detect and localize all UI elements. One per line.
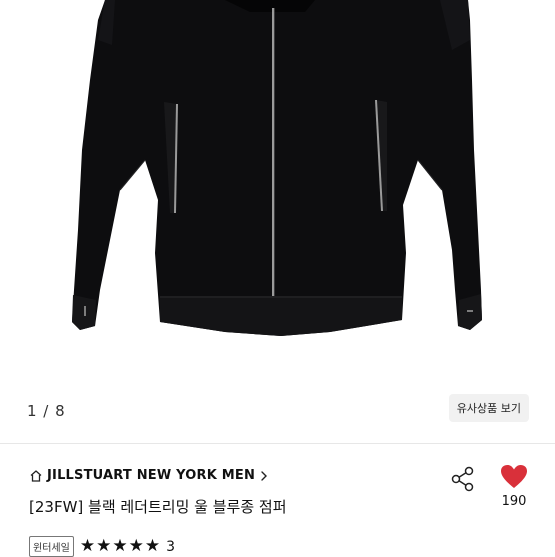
product-image[interactable] (0, 0, 555, 443)
brand-name: JILLSTUART NEW YORK MEN (47, 468, 256, 483)
star-icon: ★ (79, 536, 96, 556)
product-title: [23FW] 블랙 레더트리밍 울 블루종 점퍼 (29, 498, 287, 516)
review-count: 3 (166, 538, 175, 555)
brand-link[interactable]: JILLSTUART NEW YORK MEN (29, 468, 269, 483)
sale-badge: 윈터세일 (29, 536, 74, 557)
home-icon (29, 469, 43, 483)
share-icon[interactable] (449, 465, 477, 493)
like-count: 190 (501, 494, 527, 509)
rating-stars: ★ ★ ★ ★ ★ (80, 538, 160, 555)
similar-products-button[interactable]: 유사상품 보기 (448, 394, 529, 422)
like-heart-icon[interactable] (500, 464, 528, 490)
star-icon: ★ (96, 536, 112, 556)
star-icon: ★ (128, 536, 144, 556)
star-icon: ★ (112, 536, 128, 556)
image-page-indicator: 1 / 8 (27, 402, 66, 420)
product-image-gallery[interactable]: 1 / 8 유사상품 보기 (0, 0, 555, 443)
product-info: JILLSTUART NEW YORK MEN [23FW] 블랙 레더트리밍 … (0, 444, 555, 557)
star-icon: ★ (144, 536, 161, 556)
chevron-right-icon (259, 470, 269, 482)
rating-row[interactable]: 윈터세일 ★ ★ ★ ★ ★ 3 (29, 536, 175, 557)
